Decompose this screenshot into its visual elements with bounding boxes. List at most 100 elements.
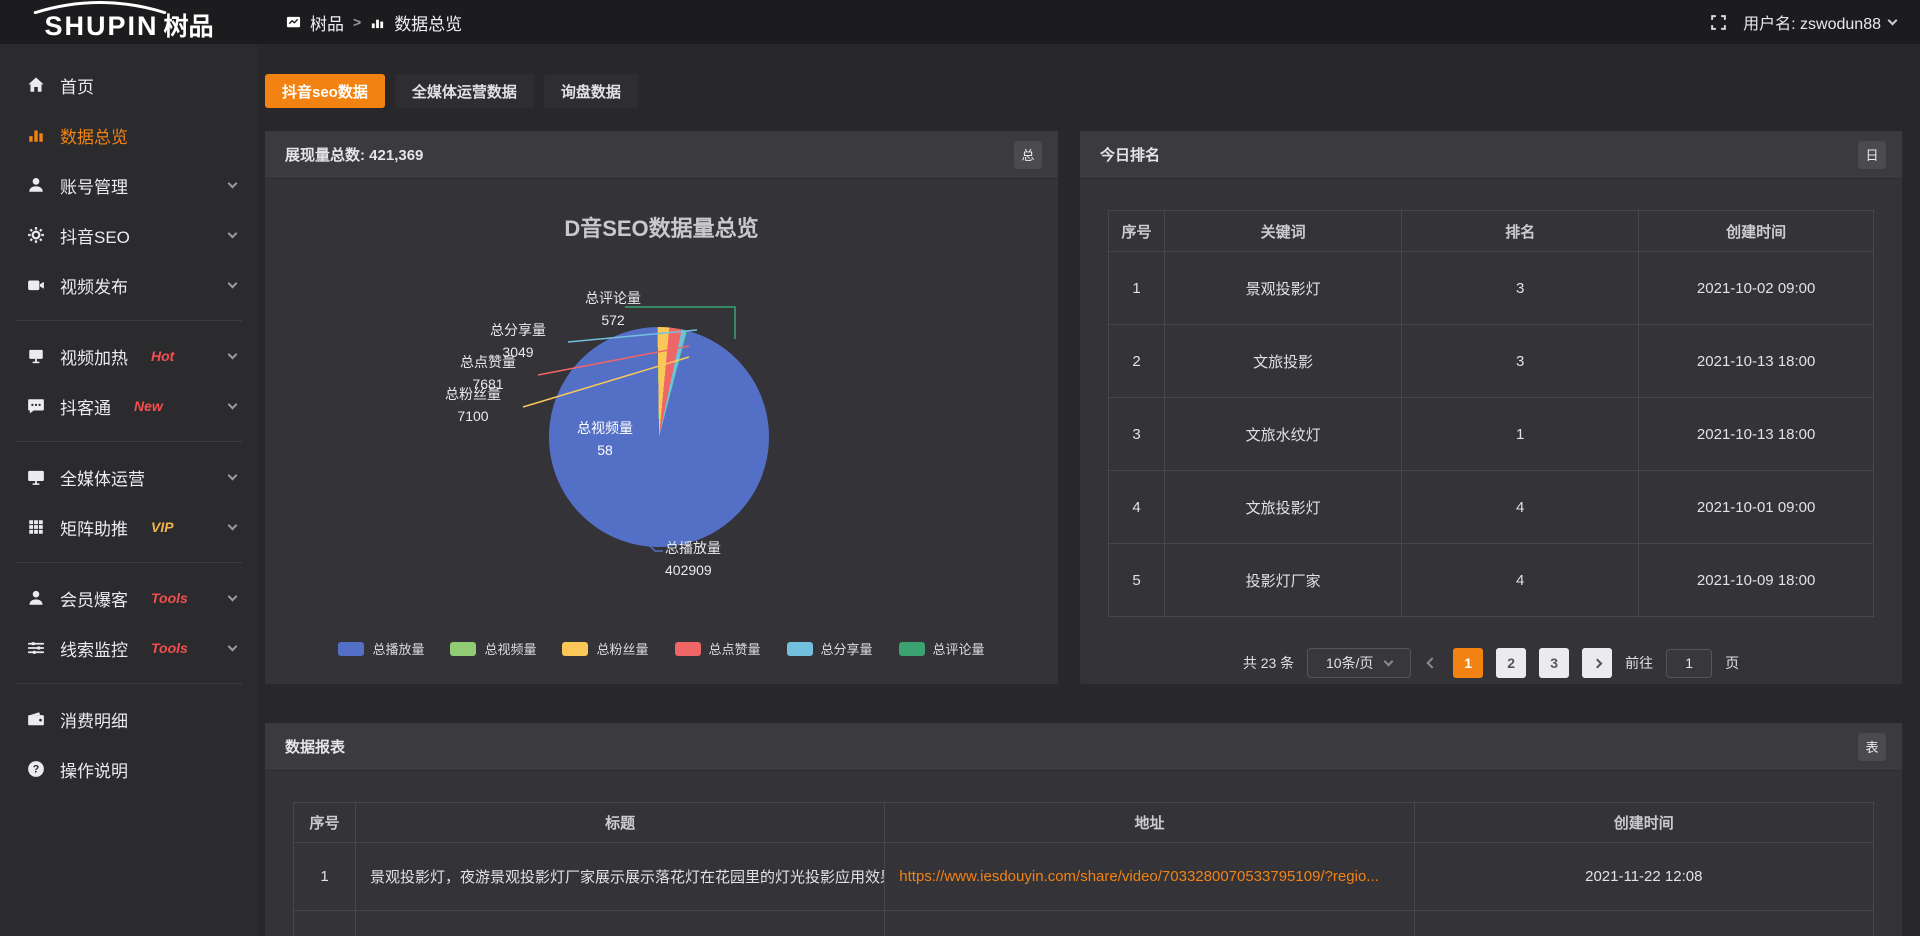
- chevron-down-icon: [1888, 16, 1898, 26]
- page-button-2[interactable]: 2: [1496, 648, 1526, 678]
- page-button-3[interactable]: 3: [1539, 648, 1569, 678]
- legend-swatch: [675, 642, 701, 656]
- legend-item-likes[interactable]: 总点赞量: [675, 639, 761, 658]
- fullscreen-icon[interactable]: [1710, 14, 1727, 31]
- tab-inquiry-data[interactable]: 询盘数据: [544, 74, 638, 108]
- legend-item-plays[interactable]: 总播放量: [338, 639, 424, 658]
- video-heat-icon: [27, 347, 45, 365]
- sidebar-item-doukeTong[interactable]: 抖客通 New: [0, 381, 258, 431]
- sidebar-item-label: 视频发布: [60, 273, 128, 298]
- report-title: 数据报表: [285, 736, 345, 757]
- sidebar-item-label: 会员爆客: [60, 586, 128, 611]
- chevron-down-icon: [228, 642, 238, 652]
- top-panels-row: 展现量总数: 421,369 总 D音SEO数据量总览 总评论量 572: [265, 131, 1902, 684]
- user-menu[interactable]: 用户名: zswodun88: [1743, 10, 1896, 34]
- vip-badge: VIP: [151, 519, 174, 535]
- cell-title: 景观投影灯，夜游景观投影灯厂家展示展示落花灯在花园里的灯光投影应用效果 #: [356, 843, 885, 911]
- col-url: 地址: [885, 803, 1414, 843]
- sidebar-item-label: 首页: [60, 73, 94, 98]
- overview-total-badge[interactable]: 总: [1014, 141, 1042, 169]
- cell-keyword: 文旅投影: [1165, 325, 1402, 398]
- cell-no: [294, 911, 356, 936]
- ranking-day-badge[interactable]: 日: [1858, 141, 1886, 169]
- col-time: 创建时间: [1639, 211, 1874, 252]
- page-button-1[interactable]: 1: [1453, 648, 1483, 678]
- report-row-partial: [294, 911, 1874, 936]
- goto-page-input[interactable]: [1666, 649, 1712, 678]
- monitor-icon: [27, 468, 45, 486]
- cell-time: [1414, 911, 1873, 936]
- ranking-table: 序号 关键词 排名 创建时间 1 景观投影灯 3 2021-10-02 09:0…: [1108, 210, 1874, 617]
- tools-badge: Tools: [151, 590, 188, 606]
- table-header-row: 序号 标题 地址 创建时间: [294, 803, 1874, 843]
- legend-item-shares[interactable]: 总分享量: [787, 639, 873, 658]
- breadcrumb-root[interactable]: 树品: [310, 10, 344, 35]
- chevron-right-icon: [1592, 658, 1602, 668]
- legend-item-fans[interactable]: 总粉丝量: [562, 639, 648, 658]
- member-icon: [27, 589, 45, 607]
- pagination: 共 23 条 10条/页 1 2 3 前往 页: [1108, 648, 1874, 678]
- cell-url: [885, 911, 1414, 936]
- table-row: 4 文旅投影灯 4 2021-10-01 09:00: [1109, 471, 1874, 544]
- cell-title: [356, 911, 885, 936]
- sidebar-item-matrix-boost[interactable]: 矩阵助推 VIP: [0, 502, 258, 552]
- breadcrumb-current[interactable]: 数据总览: [394, 10, 462, 35]
- ranking-title: 今日排名: [1100, 144, 1160, 165]
- cell-keyword: 文旅水纹灯: [1165, 398, 1402, 471]
- report-link[interactable]: https://www.iesdouyin.com/share/video/70…: [885, 843, 1414, 911]
- sidebar-item-label: 数据总览: [60, 123, 128, 148]
- sidebar-item-video-publish[interactable]: 视频发布: [0, 260, 258, 310]
- sidebar-item-video-heat[interactable]: 视频加热 Hot: [0, 331, 258, 381]
- cell-time: 2021-10-09 18:00: [1639, 544, 1874, 617]
- cell-keyword: 文旅投影灯: [1165, 471, 1402, 544]
- sidebar-item-douyin-seo[interactable]: 抖音SEO: [0, 210, 258, 260]
- sidebar-item-home[interactable]: 首页: [0, 60, 258, 110]
- sidebar-item-label: 操作说明: [60, 757, 128, 782]
- sidebar-item-member-baoke[interactable]: 会员爆客 Tools: [0, 573, 258, 623]
- new-badge: New: [134, 398, 163, 414]
- cell-rank: 3: [1402, 325, 1639, 398]
- report-header: 数据报表 表: [265, 723, 1902, 771]
- sidebar-item-label: 账号管理: [60, 173, 128, 198]
- overview-total-text: 展现量总数: 421,369: [285, 144, 423, 165]
- table-row: 5 投影灯厂家 4 2021-10-09 18:00: [1109, 544, 1874, 617]
- chevron-down-icon: [228, 179, 238, 189]
- tab-douyin-seo-data[interactable]: 抖音seo数据: [265, 74, 385, 108]
- next-page-button[interactable]: [1582, 648, 1612, 678]
- ranking-header: 今日排名 日: [1080, 131, 1902, 179]
- legend-swatch: [338, 642, 364, 656]
- sidebar-item-account[interactable]: 账号管理: [0, 160, 258, 210]
- legend-item-comments[interactable]: 总评论量: [899, 639, 985, 658]
- chat-icon: [27, 397, 45, 415]
- page-size-select[interactable]: 10条/页: [1307, 648, 1411, 678]
- report-row: 1 景观投影灯，夜游景观投影灯厂家展示展示落花灯在花园里的灯光投影应用效果 # …: [294, 843, 1874, 911]
- main-content: 抖音seo数据 全媒体运营数据 询盘数据 展现量总数: 421,369 总 D音…: [258, 44, 1920, 936]
- sidebar-item-lead-monitor[interactable]: 线索监控 Tools: [0, 623, 258, 673]
- legend-swatch: [450, 642, 476, 656]
- sidebar: 首页 数据总览 账号管理 抖音SEO 视频发布: [0, 44, 258, 936]
- overview-panel: 展现量总数: 421,369 总 D音SEO数据量总览 总评论量 572: [265, 131, 1058, 684]
- cell-rank: 3: [1402, 252, 1639, 325]
- cell-no: 5: [1109, 544, 1165, 617]
- col-title: 标题: [356, 803, 885, 843]
- help-icon: ?: [27, 760, 45, 778]
- cell-keyword: 投影灯厂家: [1165, 544, 1402, 617]
- report-table-badge[interactable]: 表: [1858, 733, 1886, 761]
- cell-keyword: 景观投影灯: [1165, 252, 1402, 325]
- sidebar-item-data-overview[interactable]: 数据总览: [0, 110, 258, 160]
- chevron-down-icon: [228, 229, 238, 239]
- cell-no: 3: [1109, 398, 1165, 471]
- cell-no: 1: [1109, 252, 1165, 325]
- breadcrumb-separator: >: [353, 14, 361, 30]
- sidebar-item-spend-detail[interactable]: 消费明细: [0, 694, 258, 744]
- col-no: 序号: [294, 803, 356, 843]
- pie-label-fans: 总粉丝量 7100: [423, 383, 523, 427]
- prev-page-button[interactable]: [1424, 659, 1440, 667]
- sidebar-item-label: 消费明细: [60, 707, 128, 732]
- sidebar-item-media-ops[interactable]: 全媒体运营: [0, 452, 258, 502]
- legend-item-videos[interactable]: 总视频量: [450, 639, 536, 658]
- sidebar-divider: [16, 441, 242, 442]
- sidebar-item-help[interactable]: ? 操作说明: [0, 744, 258, 794]
- cell-time: 2021-10-01 09:00: [1639, 471, 1874, 544]
- tab-media-ops-data[interactable]: 全媒体运营数据: [395, 74, 534, 108]
